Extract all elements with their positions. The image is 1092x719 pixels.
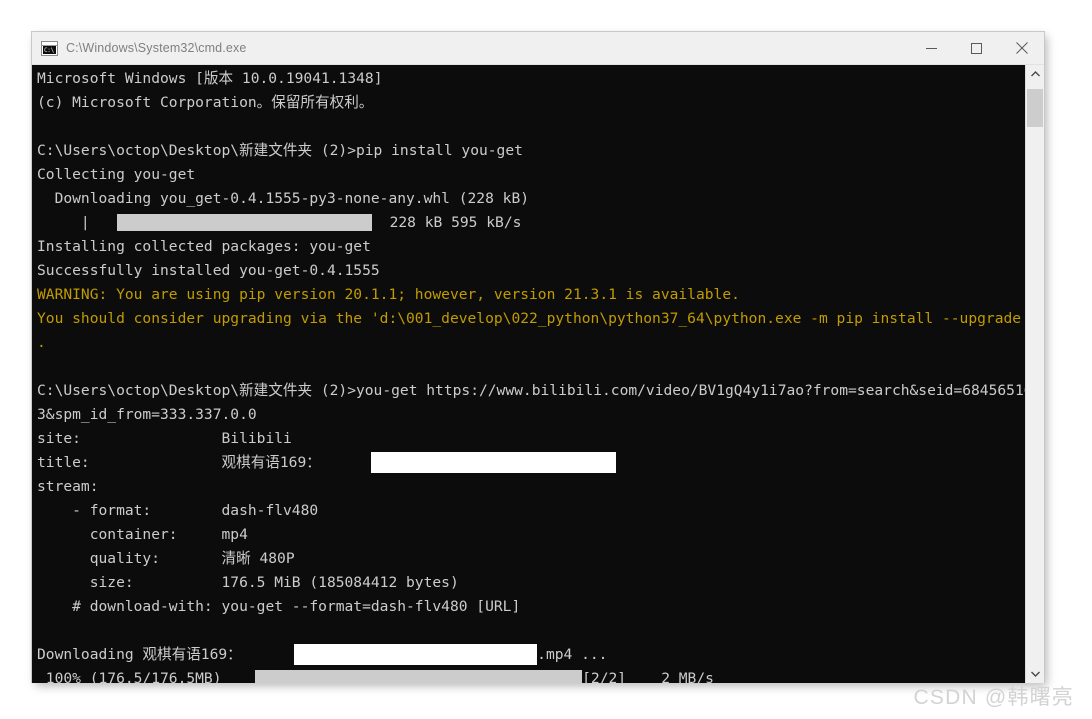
- console-line: Downloading 观棋有语169： .mp4 ...: [37, 643, 1020, 667]
- console-line: # download-with: you-get --format=dash-f…: [37, 598, 521, 615]
- console-line-text: [2/2] 2 MB/s: [582, 670, 714, 683]
- console-line: | 228 kB 595 kB/s: [37, 211, 1020, 235]
- close-button[interactable]: [999, 32, 1044, 64]
- window-title: C:\Windows\System32\cmd.exe: [66, 41, 247, 55]
- console-line-text: |: [37, 214, 90, 231]
- console-icon-glyph: C:\: [43, 45, 56, 54]
- console-output-area[interactable]: Microsoft Windows [版本 10.0.19041.1348] (c…: [32, 65, 1044, 683]
- minimize-button[interactable]: [909, 32, 954, 64]
- console-text: Microsoft Windows [版本 10.0.19041.1348] (c…: [37, 67, 1044, 683]
- csdn-watermark: CSDN @韩曙亮: [913, 686, 1074, 709]
- console-line: Collecting you-get: [37, 166, 196, 183]
- console-line: stream:: [37, 478, 99, 495]
- progress-bar-redaction: [117, 213, 373, 231]
- console-line-text: .mp4 ...: [537, 646, 608, 663]
- console-line: C:\Users\octop\Desktop\新建文件夹 (2)>pip ins…: [37, 142, 523, 159]
- console-line-text: 100% (176.5/176.5MB): [37, 670, 222, 683]
- console-line: Microsoft Windows [版本 10.0.19041.1348]: [37, 70, 383, 87]
- download-progress-bar: [255, 669, 583, 683]
- console-line: container: mp4: [37, 526, 248, 543]
- console-line: (c) Microsoft Corporation。保留所有权利。: [37, 94, 374, 111]
- window-controls: [909, 32, 1044, 64]
- maximize-button[interactable]: [954, 32, 999, 64]
- console-icon: C:\: [41, 40, 58, 56]
- console-line: size: 176.5 MiB (185084412 bytes): [37, 574, 459, 591]
- console-line: .: [37, 334, 46, 351]
- console-line: - format: dash-flv480: [37, 502, 319, 519]
- console-scrollbar[interactable]: [1025, 65, 1044, 683]
- screenshot-root: C:\ C:\Windows\System32\cmd.exe Microsof…: [0, 0, 1092, 719]
- console-line: title: 观棋有语169：: [37, 451, 1020, 475]
- console-line: Downloading you_get-0.4.1555-py3-none-an…: [37, 190, 530, 207]
- cmd-window: C:\ C:\Windows\System32\cmd.exe Microsof…: [32, 32, 1044, 683]
- console-line: site: Bilibili: [37, 430, 292, 447]
- console-line-text: 228 kB 595 kB/s: [372, 214, 522, 231]
- console-line: You should consider upgrading via the 'd…: [37, 310, 1044, 327]
- scroll-up-arrow[interactable]: [1026, 65, 1044, 83]
- console-line: WARNING: You are using pip version 20.1.…: [37, 286, 740, 303]
- console-line: quality: 清晰 480P: [37, 550, 295, 567]
- console-line: 3&spm_id_from=333.337.0.0: [37, 406, 257, 423]
- console-line-text: Downloading 观棋有语169：: [37, 646, 242, 663]
- window-titlebar[interactable]: C:\ C:\Windows\System32\cmd.exe: [32, 32, 1044, 65]
- title-redaction: [371, 451, 617, 473]
- console-line-text: title: 观棋有语169：: [37, 454, 321, 471]
- console-line: C:\Users\octop\Desktop\新建文件夹 (2)>you-get…: [37, 382, 1044, 399]
- filename-redaction: [294, 643, 538, 665]
- scrollbar-thumb[interactable]: [1027, 89, 1043, 127]
- console-line: Installing collected packages: you-get: [37, 238, 371, 255]
- console-line: 100% (176.5/176.5MB) [2/2] 2 MB/s: [37, 667, 1020, 683]
- console-line: Successfully installed you-get-0.4.1555: [37, 262, 380, 279]
